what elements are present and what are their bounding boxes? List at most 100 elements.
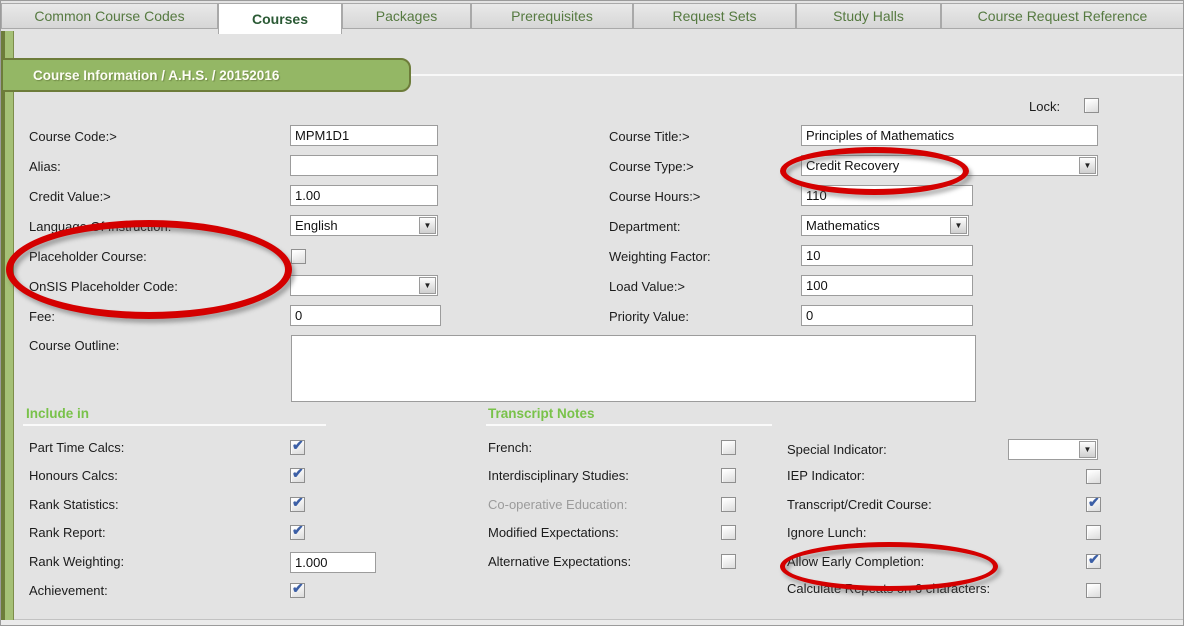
rank-statistics-label: Rank Statistics:: [29, 497, 119, 512]
calculate-repeats-checkbox[interactable]: ✔: [1086, 583, 1101, 598]
allow-early-completion-checkbox[interactable]: ✔: [1086, 554, 1101, 569]
chevron-down-icon: ▼: [955, 222, 963, 230]
cooperative-education-label: Co-operative Education:: [488, 497, 627, 512]
weighting-factor-label: Weighting Factor:: [609, 249, 711, 264]
chevron-down-icon: ▼: [1084, 446, 1092, 454]
load-value-input[interactable]: [801, 275, 973, 296]
lock-checkbox[interactable]: ✔: [1084, 98, 1099, 113]
special-indicator-dropdown[interactable]: ▼: [1008, 439, 1098, 460]
transcript-credit-course-checkbox[interactable]: ✔: [1086, 497, 1101, 512]
include-in-section-title: Include in: [26, 406, 89, 421]
placeholder-course-checkbox[interactable]: ✔: [291, 249, 306, 264]
chevron-down-icon: ▼: [424, 222, 432, 230]
dropdown-button[interactable]: ▼: [419, 217, 436, 234]
check-icon: ✔: [292, 494, 304, 511]
department-value: Mathematics: [806, 218, 880, 233]
ignore-lunch-label: Ignore Lunch:: [787, 525, 867, 540]
transcript-notes-underline: [486, 424, 772, 426]
check-icon: ✔: [1088, 494, 1100, 511]
achievement-checkbox[interactable]: ✔: [290, 583, 305, 598]
language-of-instruction-dropdown[interactable]: English ▼: [290, 215, 438, 236]
department-dropdown[interactable]: Mathematics ▼: [801, 215, 969, 236]
course-title-input[interactable]: [801, 125, 1098, 146]
iep-indicator-checkbox[interactable]: ✔: [1086, 469, 1101, 484]
bottom-margin: [1, 620, 1184, 626]
tab-courses[interactable]: Courses: [218, 3, 342, 34]
onsis-placeholder-code-label: OnSIS Placeholder Code:: [29, 279, 178, 294]
dropdown-button[interactable]: ▼: [1079, 441, 1096, 458]
dropdown-button[interactable]: ▼: [1079, 157, 1096, 174]
course-hours-input[interactable]: [801, 185, 973, 206]
french-checkbox[interactable]: ✔: [721, 440, 736, 455]
tab-course-request-reference[interactable]: Course Request Reference: [941, 3, 1184, 29]
calculate-repeats-label: Calculate Repeats on 6 characters:: [787, 581, 1002, 597]
weighting-factor-input[interactable]: [801, 245, 973, 266]
fee-input[interactable]: [290, 305, 441, 326]
left-accent-bar: [1, 31, 14, 620]
rank-weighting-input[interactable]: [290, 552, 376, 573]
tab-study-halls[interactable]: Study Halls: [796, 3, 941, 29]
chevron-down-icon: ▼: [424, 282, 432, 290]
dropdown-button[interactable]: ▼: [950, 217, 967, 234]
check-icon: ✔: [292, 465, 304, 482]
course-type-value: Credit Recovery: [806, 158, 899, 173]
department-label: Department:: [609, 219, 681, 234]
credit-value-label: Credit Value:>: [29, 189, 111, 204]
dropdown-button[interactable]: ▼: [419, 277, 436, 294]
modified-expectations-checkbox[interactable]: ✔: [721, 525, 736, 540]
language-of-instruction-label: Language Of Instruction:: [29, 219, 171, 234]
placeholder-course-label: Placeholder Course:: [29, 249, 147, 264]
course-outline-label: Course Outline:: [29, 338, 119, 353]
transcript-credit-course-label: Transcript/Credit Course:: [787, 497, 932, 512]
interdisciplinary-studies-checkbox[interactable]: ✔: [721, 468, 736, 483]
course-outline-textarea[interactable]: [291, 335, 976, 402]
transcript-notes-section-title: Transcript Notes: [488, 406, 595, 421]
iep-indicator-label: IEP Indicator:: [787, 468, 865, 483]
language-of-instruction-value: English: [295, 218, 338, 233]
course-hours-label: Course Hours:>: [609, 189, 700, 204]
tab-request-sets[interactable]: Request Sets: [633, 3, 796, 29]
honours-calcs-label: Honours Calcs:: [29, 468, 118, 483]
alias-input[interactable]: [290, 155, 438, 176]
include-in-underline: [23, 424, 326, 426]
fee-label: Fee:: [29, 309, 55, 324]
allow-early-completion-label: Allow Early Completion:: [787, 554, 924, 569]
course-code-input[interactable]: [290, 125, 438, 146]
rank-report-label: Rank Report:: [29, 525, 106, 540]
course-title-label: Course Title:>: [609, 129, 690, 144]
alias-label: Alias:: [29, 159, 61, 174]
course-type-dropdown[interactable]: Credit Recovery ▼: [801, 155, 1098, 176]
honours-calcs-checkbox[interactable]: ✔: [290, 468, 305, 483]
part-time-calcs-label: Part Time Calcs:: [29, 440, 124, 455]
priority-value-label: Priority Value:: [609, 309, 689, 324]
course-type-label: Course Type:>: [609, 159, 694, 174]
header-divider-line: [403, 74, 1184, 76]
credit-value-input[interactable]: [290, 185, 438, 206]
page-title: Course Information / A.H.S. / 20152016: [1, 58, 411, 92]
annotation-circle-placeholder-fields: [6, 220, 292, 319]
ignore-lunch-checkbox[interactable]: ✔: [1086, 525, 1101, 540]
tab-packages[interactable]: Packages: [342, 3, 471, 29]
priority-value-input[interactable]: [801, 305, 973, 326]
load-value-label: Load Value:>: [609, 279, 685, 294]
tab-common-course-codes[interactable]: Common Course Codes: [1, 3, 218, 29]
achievement-label: Achievement:: [29, 583, 108, 598]
onsis-placeholder-code-dropdown[interactable]: ▼: [290, 275, 438, 296]
tab-prerequisites[interactable]: Prerequisites: [471, 3, 633, 29]
rank-report-checkbox[interactable]: ✔: [290, 525, 305, 540]
french-label: French:: [488, 440, 532, 455]
modified-expectations-label: Modified Expectations:: [488, 525, 619, 540]
chevron-down-icon: ▼: [1084, 162, 1092, 170]
check-icon: ✔: [292, 580, 304, 597]
course-code-label: Course Code:>: [29, 129, 117, 144]
check-icon: ✔: [292, 522, 304, 539]
check-icon: ✔: [1088, 551, 1100, 568]
lock-label: Lock:: [1029, 99, 1060, 114]
interdisciplinary-studies-label: Interdisciplinary Studies:: [488, 468, 629, 483]
check-icon: ✔: [292, 437, 304, 454]
course-admin-window: Common Course Codes Courses Packages Pre…: [0, 0, 1184, 626]
alternative-expectations-checkbox[interactable]: ✔: [721, 554, 736, 569]
rank-statistics-checkbox[interactable]: ✔: [290, 497, 305, 512]
part-time-calcs-checkbox[interactable]: ✔: [290, 440, 305, 455]
special-indicator-label: Special Indicator:: [787, 442, 887, 457]
